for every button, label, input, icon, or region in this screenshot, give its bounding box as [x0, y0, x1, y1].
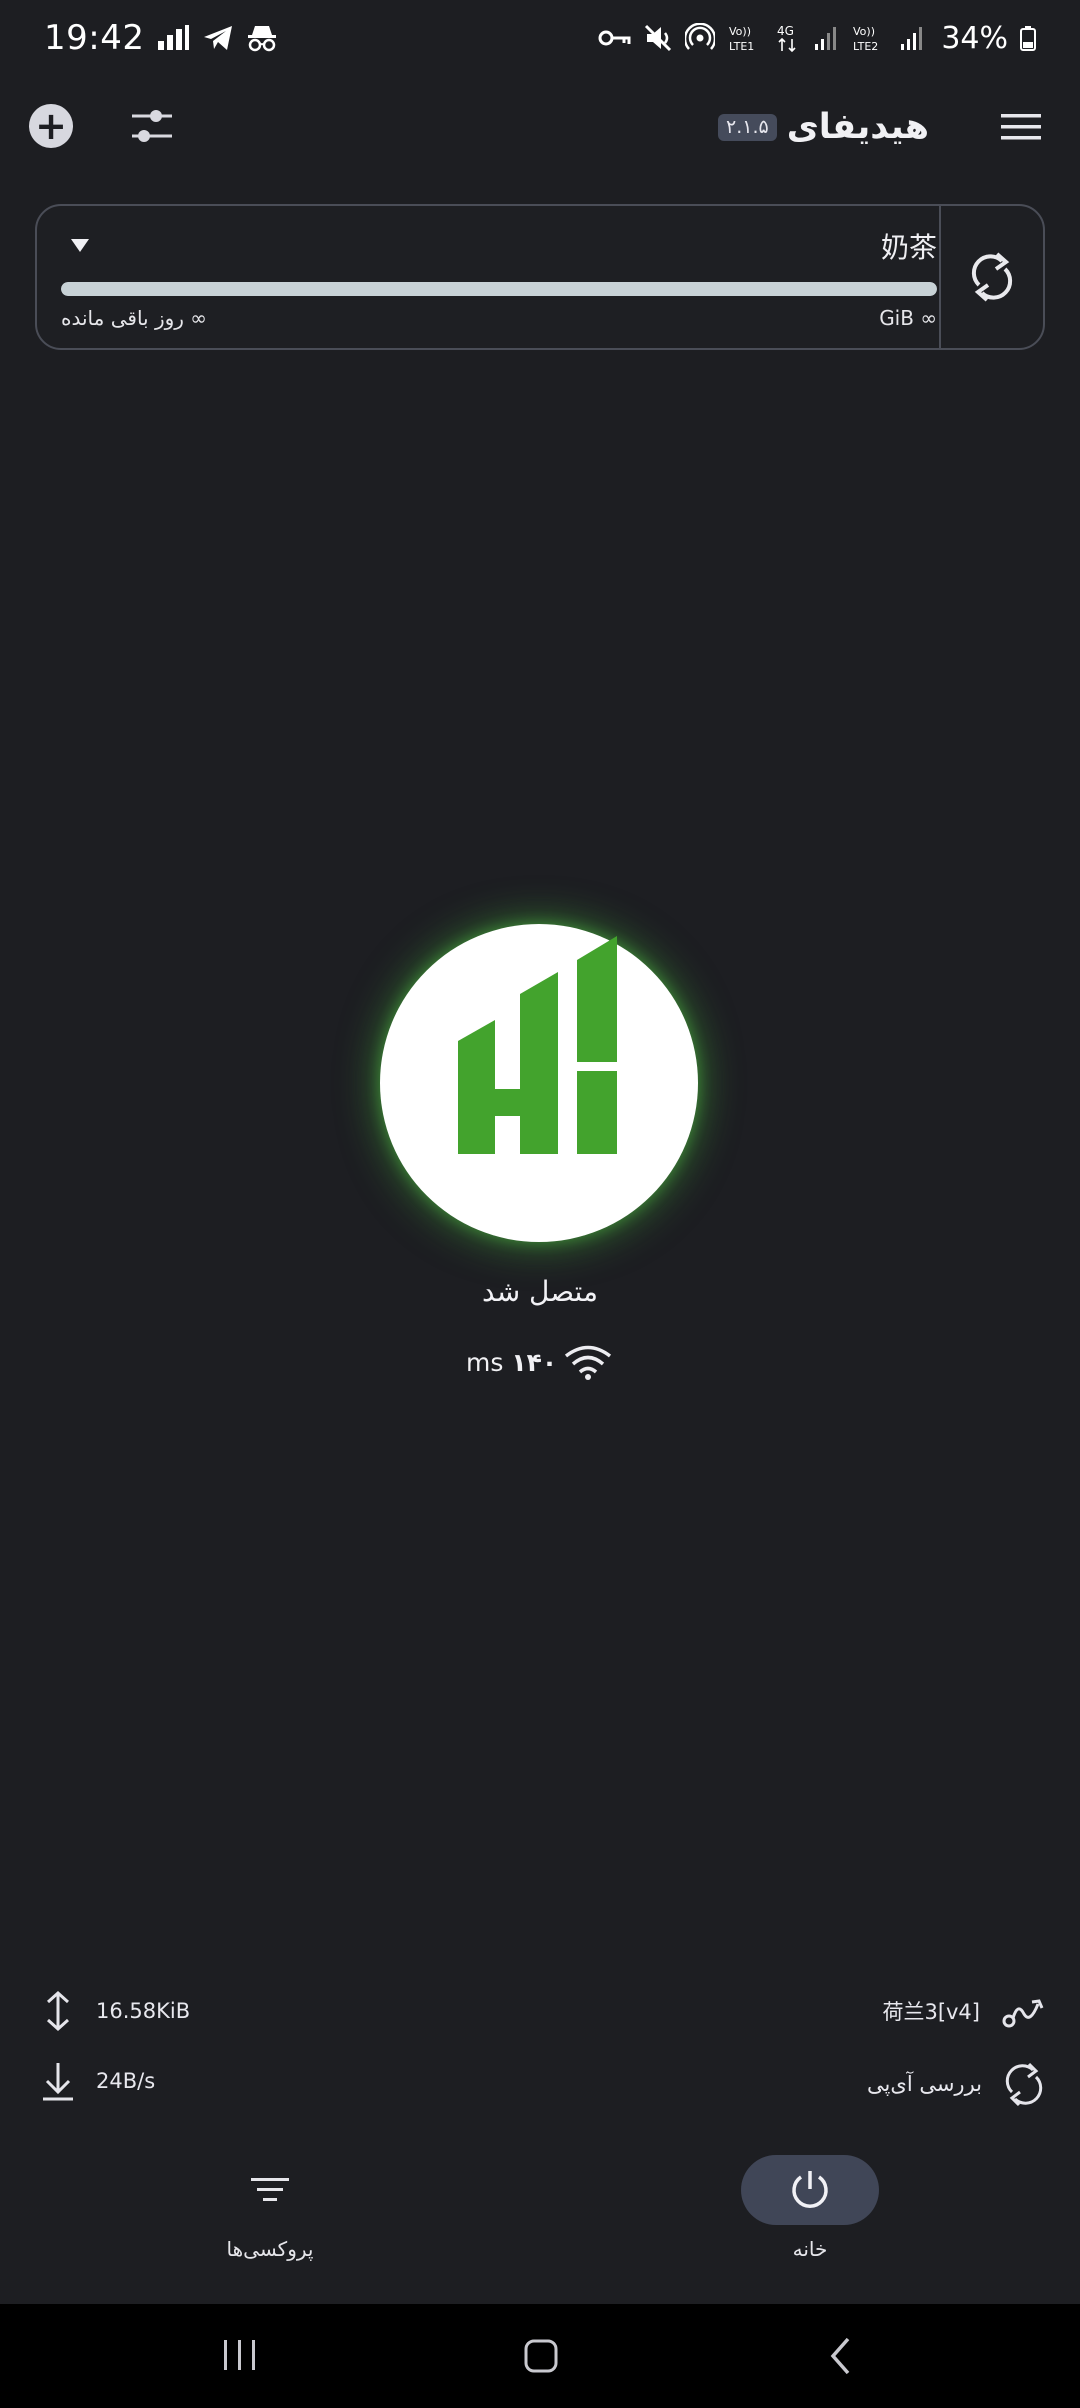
menu-icon	[1001, 114, 1041, 140]
incognito-icon	[246, 24, 278, 52]
bottom-navigation: پروکسی‌ها خانه	[0, 2155, 1080, 2305]
status-left: 19:42	[44, 18, 278, 58]
lte2-text: LTE2	[853, 40, 878, 53]
nav-home[interactable]: خانه	[710, 2155, 910, 2275]
signal-lte1-icon	[813, 24, 839, 52]
battery-icon	[1020, 25, 1036, 51]
status-bar: 19:42 Vo)) LTE1 4G Vo)) LTE2 34%	[0, 0, 1080, 76]
profile-card[interactable]: 奶茶 ∞ روز باقی مانده ∞ GiB	[35, 204, 1045, 350]
nav-proxies[interactable]: پروکسی‌ها	[170, 2155, 370, 2275]
settings-filter-button[interactable]	[125, 99, 179, 153]
ping-text: ms ۱۴۰	[466, 1348, 557, 1377]
volte-lte1-icon: Vo)) LTE1	[727, 23, 763, 53]
usage-progress-fill	[61, 282, 937, 296]
add-profile-button[interactable]: +	[29, 104, 73, 148]
power-icon	[792, 2171, 828, 2208]
up-down-arrow-icon	[46, 1990, 70, 2032]
profile-name: 奶茶	[880, 231, 937, 264]
back-icon	[830, 2337, 850, 2375]
hotspot-icon	[685, 23, 716, 53]
filter-icon	[132, 110, 172, 142]
nav-home-label: خانه	[792, 2237, 828, 2261]
hiddify-logo-icon	[458, 936, 617, 1154]
app-title: هیدیفای	[786, 107, 930, 147]
refresh-ip-icon	[1005, 2062, 1043, 2107]
download-value: 24B/s	[96, 2069, 156, 2093]
ping-unit: ms	[466, 1348, 504, 1377]
connection-status: متصل شد	[482, 1275, 598, 1308]
back-button[interactable]	[812, 2334, 872, 2378]
telegram-icon	[202, 24, 234, 52]
download-icon	[43, 2063, 73, 2101]
usage-progress-bar	[61, 282, 937, 296]
vpn-key-icon	[597, 26, 631, 50]
add-icon: +	[35, 104, 67, 148]
selected-server[interactable]: 荷兰3[v4]	[882, 1990, 1046, 2032]
recents-icon	[224, 2340, 255, 2370]
top-app-bar: + هیدیفای ۲.۱.۵	[0, 88, 1080, 166]
dropdown-arrow-icon[interactable]	[69, 236, 91, 258]
home-button[interactable]	[511, 2334, 571, 2378]
profile-info: 奶茶 ∞ روز باقی مانده ∞ GiB	[61, 206, 937, 348]
home-icon	[524, 2339, 558, 2373]
ping-value: ۱۴۰	[511, 1348, 558, 1377]
profile-refresh-button[interactable]	[939, 206, 1043, 348]
svg-text:Vo)): Vo))	[729, 25, 751, 38]
wifi-icon	[564, 1345, 612, 1380]
4g-icon: 4G	[775, 23, 801, 53]
svg-text:4G: 4G	[777, 24, 794, 38]
ping-indicator[interactable]: ms ۱۴۰	[462, 1340, 622, 1384]
volte-lte2-icon: Vo)) LTE2	[851, 23, 887, 53]
refresh-icon	[971, 252, 1013, 302]
status-time: 19:42	[44, 18, 145, 58]
battery-percent: 34%	[941, 20, 1008, 56]
nav-proxies-icon-wrap	[201, 2155, 339, 2225]
check-ip-label: بررسی آی‌پی	[867, 2072, 982, 2096]
download-stat: 24B/s	[40, 2060, 155, 2102]
lte1-text: LTE1	[729, 40, 754, 53]
svg-text:Vo)): Vo))	[853, 25, 875, 38]
stats-section: 16.58KiB 24B/s 荷兰3[v4] بررسی آی‌پی	[0, 1984, 1080, 2124]
system-navigation-bar	[0, 2304, 1080, 2408]
nav-home-icon-wrap	[741, 2155, 879, 2225]
app-title-group: هیدیفای ۲.۱.۵	[718, 98, 929, 156]
signal-lte2-icon	[899, 24, 925, 52]
recents-button[interactable]	[210, 2334, 270, 2378]
check-ip-button[interactable]: بررسی آی‌پی	[867, 2060, 1046, 2108]
upload-stat: 16.58KiB	[40, 1990, 190, 2032]
remaining-data: ∞ GiB	[879, 306, 937, 330]
proxy-list-icon	[251, 2178, 289, 2201]
server-name: 荷兰3[v4]	[882, 2000, 980, 2024]
nav-proxies-label: پروکسی‌ها	[226, 2237, 314, 2261]
upload-value: 16.58KiB	[96, 1999, 191, 2023]
route-icon	[1002, 1999, 1044, 2028]
remaining-days: ∞ روز باقی مانده	[61, 306, 207, 330]
status-right: Vo)) LTE1 4G Vo)) LTE2 34%	[597, 21, 1036, 56]
connect-toggle-button[interactable]	[380, 924, 698, 1242]
mute-icon	[643, 24, 673, 52]
version-badge: ۲.۱.۵	[718, 113, 777, 141]
signal-bars-icon	[156, 24, 190, 52]
menu-button[interactable]	[999, 105, 1043, 149]
